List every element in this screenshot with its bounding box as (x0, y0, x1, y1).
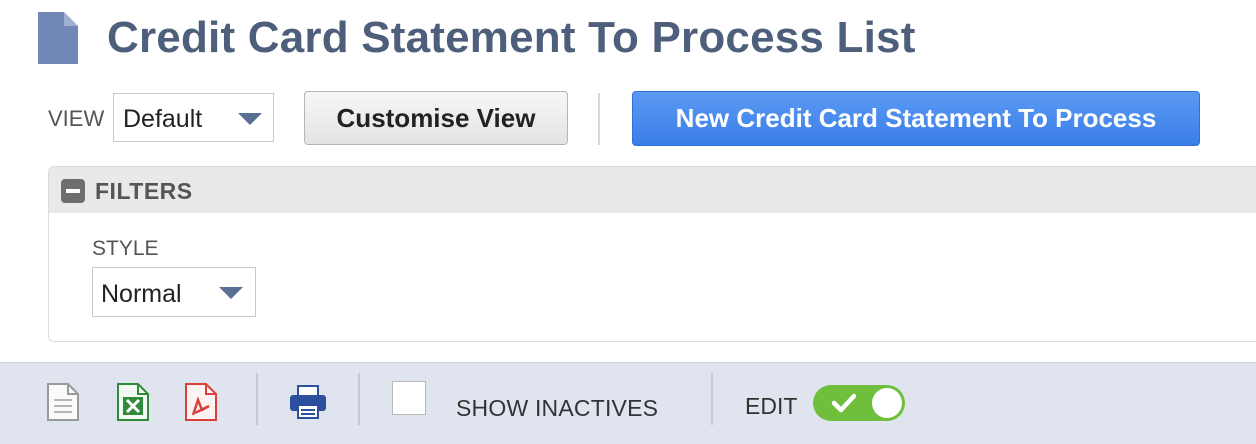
filters-header[interactable]: FILTERS (49, 167, 1256, 213)
style-label: STYLE (92, 237, 159, 260)
toggle-knob (872, 388, 902, 418)
chevron-down-icon (238, 113, 262, 125)
edit-label: EDIT (745, 393, 798, 419)
divider (711, 373, 713, 425)
show-inactives-label: SHOW INACTIVES (456, 395, 659, 421)
chevron-down-icon (219, 287, 243, 299)
check-icon (831, 393, 857, 413)
list-toolbar: SHOW INACTIVES EDIT (0, 362, 1256, 444)
edit-toggle[interactable] (813, 385, 905, 421)
page-title: Credit Card Statement To Process List (107, 13, 916, 62)
divider (598, 93, 600, 145)
print-icon[interactable] (289, 385, 326, 425)
export-pdf-icon[interactable] (184, 382, 218, 422)
divider (358, 373, 360, 425)
view-label: VIEW (48, 106, 105, 131)
view-select[interactable]: Default (113, 93, 274, 142)
filters-title: FILTERS (95, 178, 193, 204)
view-select-value: Default (123, 105, 203, 133)
export-excel-icon[interactable] (116, 382, 150, 422)
collapse-icon[interactable] (61, 179, 85, 203)
style-select[interactable]: Normal (92, 267, 256, 317)
new-statement-button[interactable]: New Credit Card Statement To Process (632, 91, 1200, 146)
style-select-value: Normal (101, 280, 182, 308)
export-csv-icon[interactable] (46, 382, 80, 422)
show-inactives-checkbox[interactable] (392, 381, 426, 415)
customise-view-button[interactable]: Customise View (304, 91, 568, 145)
document-icon (38, 12, 78, 64)
filters-panel: FILTERS STYLE Normal (48, 166, 1256, 342)
divider (256, 373, 258, 425)
